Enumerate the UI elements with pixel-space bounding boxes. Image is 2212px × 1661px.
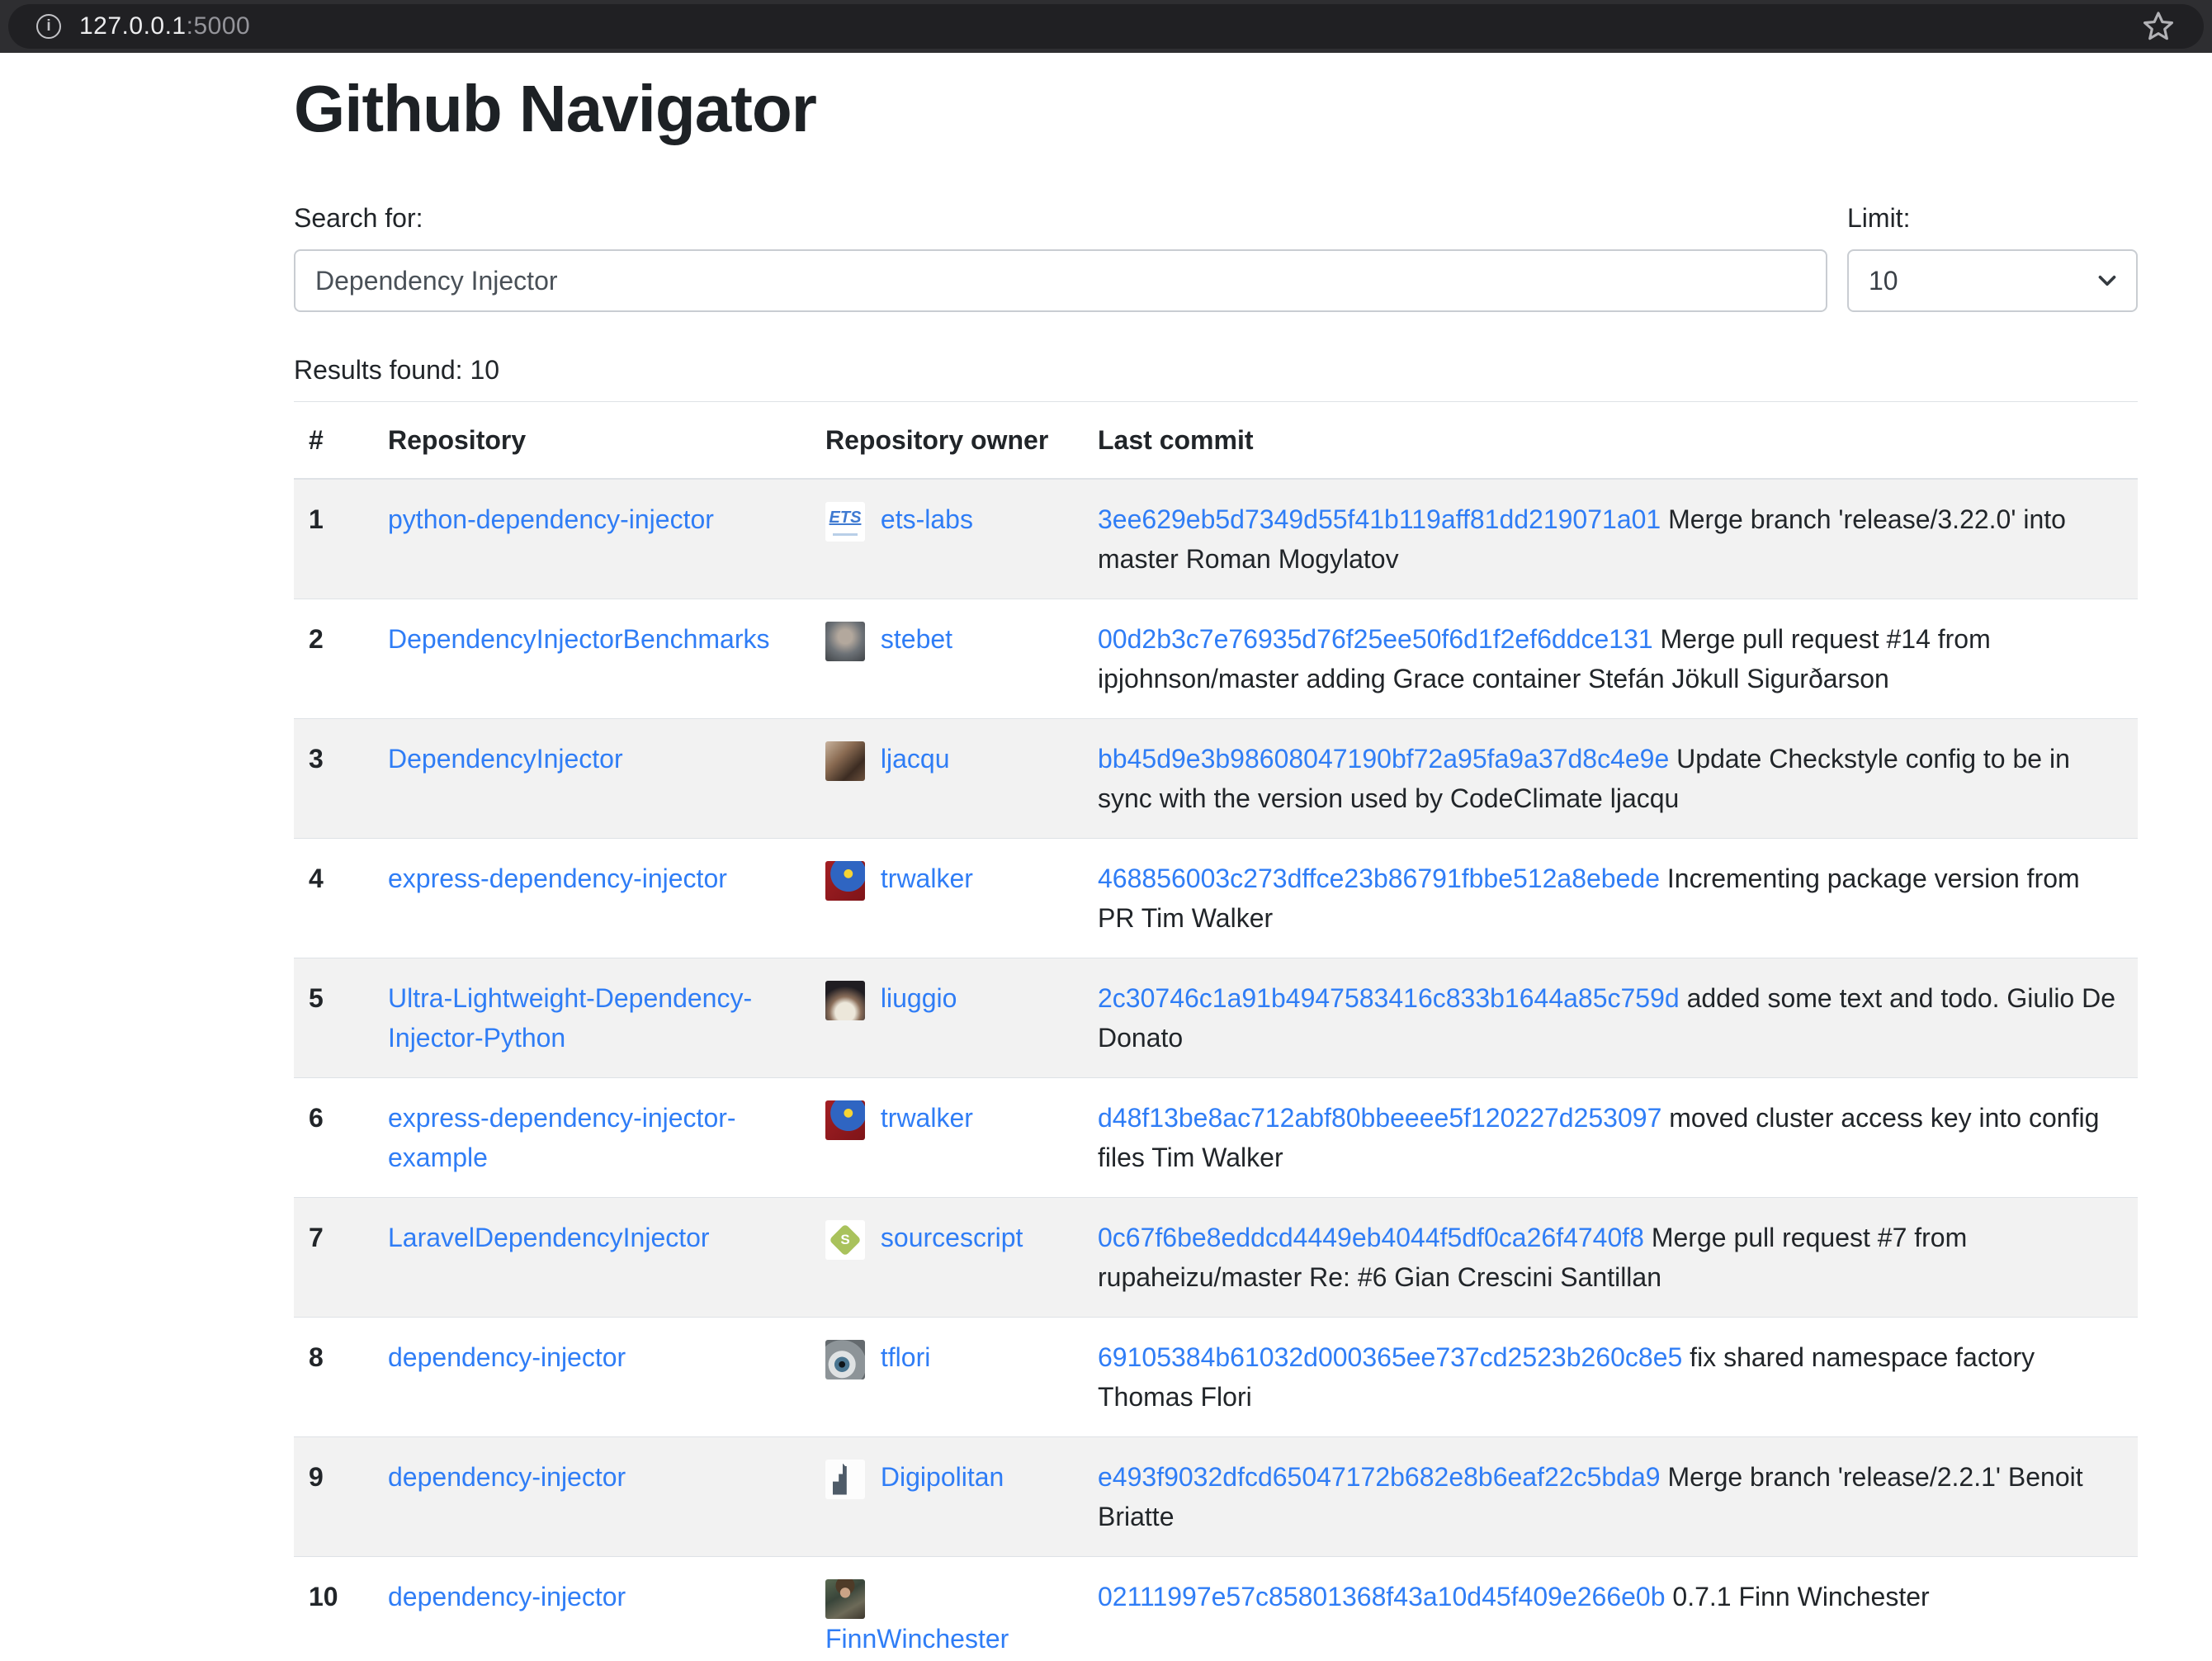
row-number: 7 bbox=[294, 1198, 368, 1318]
limit-select[interactable]: 10 bbox=[1847, 249, 2138, 312]
table-row: 7 LaravelDependencyInjector S sourcescri… bbox=[294, 1198, 2138, 1318]
limit-group: Limit: 10 bbox=[1847, 198, 2138, 312]
owner-link[interactable]: sourcescript bbox=[881, 1223, 1023, 1252]
page-content: Github Navigator Search for: Limit: 10 R… bbox=[0, 53, 2212, 1661]
table-row: 9 dependency-injector Digipolitan e493f9… bbox=[294, 1437, 2138, 1557]
chevron-down-icon bbox=[2093, 267, 2121, 299]
owner-link[interactable]: stebet bbox=[881, 624, 952, 654]
bookmark-star-icon[interactable] bbox=[2141, 9, 2176, 44]
owner-avatar bbox=[825, 861, 865, 901]
repo-link[interactable]: DependencyInjectorBenchmarks bbox=[388, 624, 769, 654]
commit-hash-link[interactable]: 468856003c273dffce23b86791fbbe512a8ebede bbox=[1098, 864, 1660, 893]
repo-link[interactable]: dependency-injector bbox=[388, 1462, 626, 1492]
avatar-logo-text: ETS bbox=[825, 502, 865, 533]
results-table: # Repository Repository owner Last commi… bbox=[294, 401, 2138, 1661]
repo-link[interactable]: DependencyInjector bbox=[388, 744, 623, 774]
repo-link[interactable]: LaravelDependencyInjector bbox=[388, 1223, 710, 1252]
owner-link[interactable]: ljacqu bbox=[881, 744, 950, 774]
row-number: 3 bbox=[294, 719, 368, 839]
owner-link[interactable]: Digipolitan bbox=[881, 1462, 1004, 1492]
commit-hash-link[interactable]: 02111997e57c85801368f43a10d45f409e266e0b bbox=[1098, 1582, 1666, 1611]
commit-hash-link[interactable]: 0c67f6be8eddcd4449eb4044f5df0ca26f4740f8 bbox=[1098, 1223, 1644, 1252]
table-row: 3 DependencyInjector ljacqu bb45d9e3b986… bbox=[294, 719, 2138, 839]
commit-hash-link[interactable]: e493f9032dfcd65047172b682e8b6eaf22c5bda9 bbox=[1098, 1462, 1661, 1492]
owner-avatar bbox=[825, 1460, 865, 1499]
search-group: Search for: bbox=[294, 198, 1827, 312]
repo-link[interactable]: dependency-injector bbox=[388, 1342, 626, 1372]
table-row: 2 DependencyInjectorBenchmarks stebet 00… bbox=[294, 599, 2138, 719]
owner-link[interactable]: liuggio bbox=[881, 983, 957, 1013]
page-title: Github Navigator bbox=[294, 69, 2138, 149]
repo-link[interactable]: express-dependency-injector bbox=[388, 864, 727, 893]
commit-hash-link[interactable]: d48f13be8ac712abf80bbeeee5f120227d253097 bbox=[1098, 1103, 1661, 1133]
table-row: 6 express-dependency-injector-example tr… bbox=[294, 1078, 2138, 1198]
table-row: 4 express-dependency-injector trwalker 4… bbox=[294, 839, 2138, 958]
row-number: 8 bbox=[294, 1318, 368, 1437]
search-form: Search for: Limit: 10 bbox=[294, 198, 2138, 312]
row-number: 4 bbox=[294, 839, 368, 958]
commit-hash-link[interactable]: 69105384b61032d000365ee737cd2523b260c8e5 bbox=[1098, 1342, 1682, 1372]
search-input[interactable] bbox=[294, 249, 1827, 312]
col-header-last-commit: Last commit bbox=[1078, 402, 2138, 480]
row-number: 10 bbox=[294, 1557, 368, 1661]
row-number: 1 bbox=[294, 479, 368, 599]
table-header-row: # Repository Repository owner Last commi… bbox=[294, 402, 2138, 480]
owner-avatar bbox=[825, 1579, 865, 1619]
row-number: 6 bbox=[294, 1078, 368, 1198]
table-row: 8 dependency-injector tflori 69105384b61… bbox=[294, 1318, 2138, 1437]
owner-link[interactable]: tflori bbox=[881, 1342, 930, 1372]
url-host: 127.0.0.1 bbox=[79, 12, 187, 40]
owner-avatar bbox=[825, 741, 865, 781]
commit-hash-link[interactable]: 00d2b3c7e76935d76f25ee50f6d1f2ef6ddce131 bbox=[1098, 624, 1653, 654]
commit-hash-link[interactable]: 3ee629eb5d7349d55f41b119aff81dd219071a01 bbox=[1098, 504, 1661, 534]
site-info-icon[interactable]: i bbox=[36, 14, 61, 39]
repo-link[interactable]: dependency-injector bbox=[388, 1582, 626, 1611]
owner-avatar bbox=[825, 981, 865, 1020]
col-header-num: # bbox=[294, 402, 368, 480]
table-row: 5 Ultra-Lightweight-Dependency-Injector-… bbox=[294, 958, 2138, 1078]
row-number: 9 bbox=[294, 1437, 368, 1557]
avatar-logo-text: S bbox=[825, 1220, 865, 1260]
owner-link[interactable]: ets-labs bbox=[881, 504, 973, 534]
owner-link[interactable]: trwalker bbox=[881, 1103, 973, 1133]
owner-avatar bbox=[825, 622, 865, 661]
repo-link[interactable]: python-dependency-injector bbox=[388, 504, 714, 534]
owner-link[interactable]: FinnWinchester bbox=[825, 1624, 1009, 1654]
table-row: 10 dependency-injector FinnWinchester 02… bbox=[294, 1557, 2138, 1661]
table-row: 1 python-dependency-injector ETS ets-lab… bbox=[294, 479, 2138, 599]
limit-select-value: 10 bbox=[1869, 266, 1898, 296]
repo-link[interactable]: Ultra-Lightweight-Dependency-Injector-Py… bbox=[388, 983, 752, 1053]
results-summary: Results found: 10 bbox=[294, 350, 2138, 390]
search-label: Search for: bbox=[294, 198, 1827, 238]
repo-link[interactable]: express-dependency-injector-example bbox=[388, 1103, 736, 1172]
browser-chrome: i 127.0.0.1:5000 bbox=[0, 0, 2212, 53]
url-port: :5000 bbox=[187, 12, 251, 40]
commit-message: 0.7.1 Finn Winchester bbox=[1672, 1582, 1929, 1611]
owner-link[interactable]: trwalker bbox=[881, 864, 973, 893]
owner-avatar: ETS bbox=[825, 502, 865, 542]
owner-avatar bbox=[825, 1340, 865, 1379]
url-text: 127.0.0.1:5000 bbox=[79, 12, 250, 40]
col-header-repository: Repository bbox=[368, 402, 806, 480]
row-number: 2 bbox=[294, 599, 368, 719]
address-bar[interactable]: i 127.0.0.1:5000 bbox=[8, 4, 2204, 49]
limit-label: Limit: bbox=[1847, 198, 2138, 238]
row-number: 5 bbox=[294, 958, 368, 1078]
owner-avatar bbox=[825, 1100, 865, 1140]
commit-hash-link[interactable]: 2c30746c1a91b4947583416c833b1644a85c759d bbox=[1098, 983, 1680, 1013]
col-header-owner: Repository owner bbox=[806, 402, 1078, 480]
commit-hash-link[interactable]: bb45d9e3b98608047190bf72a95fa9a37d8c4e9e bbox=[1098, 744, 1669, 774]
results-table-body: 1 python-dependency-injector ETS ets-lab… bbox=[294, 479, 2138, 1661]
owner-avatar: S bbox=[825, 1220, 865, 1260]
